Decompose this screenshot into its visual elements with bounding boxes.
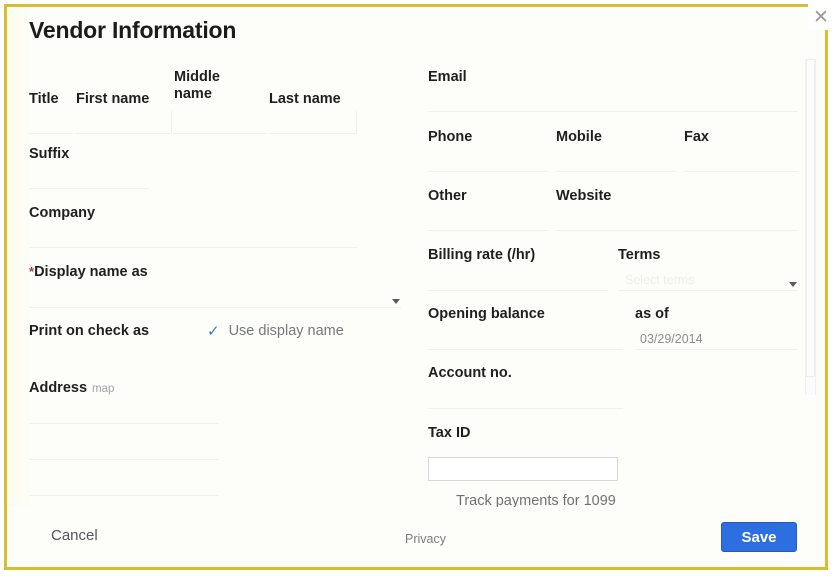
address-field-label: Address map [29, 380, 114, 396]
website-field-label: Website [556, 188, 612, 204]
other-field-label: Other [428, 188, 467, 204]
use-display-name-label: Use display name [228, 323, 344, 339]
close-icon[interactable]: ✕ [808, 4, 834, 30]
account-no-input[interactable] [428, 388, 623, 409]
billing-rate-field-label: Billing rate (/hr) [428, 247, 536, 263]
fax-field-label: Fax [684, 129, 709, 145]
phone-input[interactable] [428, 151, 548, 172]
dialog-footer: Cancel Privacy Save [7, 507, 825, 567]
suffix-field-label: Suffix [29, 146, 70, 162]
display-name-label-text: Display name as [34, 264, 148, 280]
mobile-input[interactable] [556, 151, 676, 172]
opening-balance-input[interactable] [428, 329, 623, 350]
title-input[interactable] [29, 113, 73, 134]
use-display-name-checkbox[interactable]: ✓ Use display name [207, 323, 344, 339]
other-input[interactable] [428, 210, 548, 231]
address-map-link[interactable]: map [92, 383, 114, 395]
middle-name-field-label: Middle name [174, 69, 220, 103]
name-divider [171, 111, 172, 133]
middle-name-input[interactable] [173, 113, 267, 134]
email-input[interactable] [428, 91, 798, 112]
as-of-date-value: 03/29/2014 [640, 332, 703, 346]
fax-input[interactable] [684, 151, 798, 172]
first-name-input[interactable] [75, 113, 171, 134]
title-field-label: Title [29, 91, 59, 107]
save-button[interactable]: Save [721, 522, 797, 552]
company-field-label: Company [29, 205, 96, 221]
tax-id-group: Track payments for 1099 [423, 425, 805, 515]
privacy-link[interactable]: Privacy [405, 532, 446, 546]
print-on-check-field-label: Print on check as [29, 323, 150, 339]
terms-field-label: Terms [618, 247, 661, 263]
as-of-field-label: as of [635, 306, 669, 322]
vendor-information-dialog: Vendor Information Title First name Midd… [4, 4, 828, 570]
cancel-button[interactable]: Cancel [51, 527, 98, 544]
account-no-field-label: Account no. [428, 365, 512, 381]
page-title: Vendor Information [29, 17, 237, 43]
address-zip-input[interactable] [29, 475, 219, 496]
last-name-field-label: Last name [269, 91, 341, 107]
form-scroll-area: Title First name Middle name Last name S… [7, 51, 825, 513]
suffix-input[interactable] [29, 168, 149, 189]
phone-field-label: Phone [428, 129, 473, 145]
chevron-down-icon[interactable] [789, 282, 797, 287]
first-name-field-label: First name [76, 91, 150, 107]
display-name-field-label: *Display name as [29, 264, 148, 280]
billing-rate-input[interactable] [428, 270, 608, 291]
scrollbar-thumb[interactable] [806, 59, 815, 377]
terms-placeholder-text: Select terms [625, 273, 695, 287]
address-city-input[interactable] [29, 439, 219, 460]
name-divider [356, 111, 357, 133]
tax-id-input[interactable] [428, 457, 618, 481]
display-name-input[interactable] [29, 287, 401, 308]
opening-balance-field-label: Opening balance [428, 306, 545, 322]
chevron-down-icon[interactable] [392, 299, 400, 304]
website-input[interactable] [556, 210, 798, 231]
email-field-label: Email [428, 69, 467, 85]
address-label-text: Address [29, 380, 88, 396]
checkmark-icon: ✓ [207, 322, 220, 340]
vertical-scrollbar[interactable] [805, 59, 816, 395]
mobile-field-label: Mobile [556, 129, 602, 145]
address-street-input[interactable] [29, 403, 219, 424]
company-input[interactable] [29, 227, 357, 248]
last-name-input[interactable] [269, 113, 357, 134]
